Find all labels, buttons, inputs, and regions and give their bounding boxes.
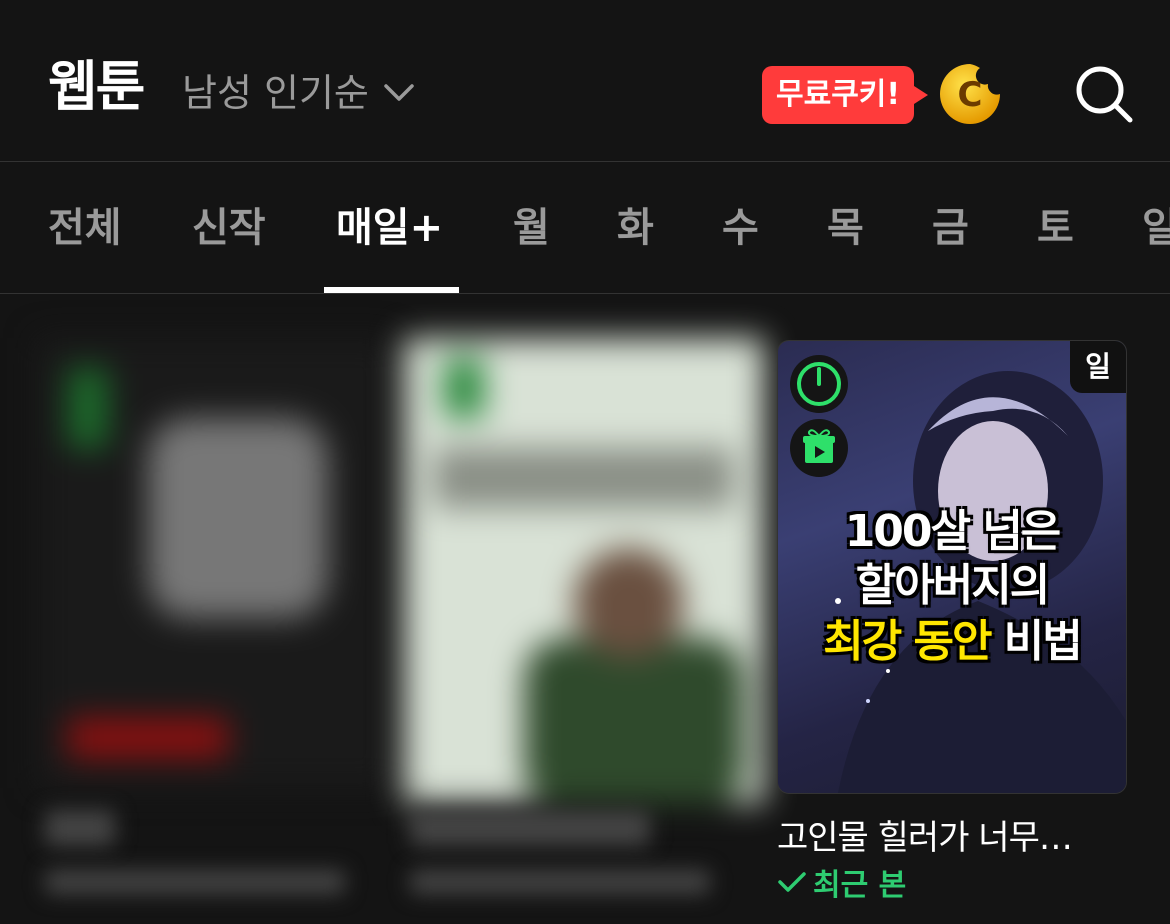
tab-monday[interactable]: 월 — [513, 204, 550, 252]
cover-highlight-text: 최강 동안 — [823, 616, 992, 667]
app-header: 웹툰 남성 인기순 무료쿠키! C — [0, 0, 1170, 162]
tab-friday[interactable]: 금 — [932, 204, 969, 252]
blurred-card-title — [45, 810, 115, 846]
featured-card-title[interactable]: 고인물 힐러가 너무… — [777, 810, 1073, 859]
active-tab-indicator — [324, 287, 459, 293]
tab-sunday[interactable]: 일 — [1142, 204, 1170, 252]
weekday-tabs: 전체 신작 매일+ 월 화 수 목 금 토 일 — [0, 162, 1170, 294]
tab-wednesday[interactable]: 수 — [722, 204, 759, 252]
search-icon[interactable] — [1074, 64, 1134, 124]
cookie-letter: C — [958, 75, 983, 115]
cover-title-rest: 비법 — [990, 616, 1083, 667]
sort-label: 남성 인기순 — [182, 71, 369, 115]
recent-label: 최근 본 — [813, 868, 907, 903]
timer-icon — [790, 355, 848, 413]
tab-saturday[interactable]: 토 — [1037, 204, 1074, 252]
recently-viewed-indicator: 최근 본 — [777, 860, 906, 904]
blurred-card-title — [410, 810, 650, 846]
cover-title-line1: 100살 넘은 — [844, 506, 1062, 557]
cover-title-line3: 최강 동안 비법 — [778, 616, 1126, 667]
tab-tuesday[interactable]: 화 — [617, 204, 654, 252]
blurred-card-thumbnail[interactable] — [38, 338, 393, 788]
blurred-card-meta — [45, 870, 345, 894]
free-cookie-button[interactable]: 무료쿠키! — [762, 66, 929, 124]
gift-video-icon — [790, 419, 848, 477]
featured-card-thumbnail[interactable]: 일 100살 넘은 할아버지의 최강 동안 비법 — [777, 340, 1127, 794]
tab-daily-plus[interactable]: 매일+ — [336, 204, 443, 252]
chevron-down-icon — [384, 84, 414, 101]
blurred-card-thumbnail[interactable] — [404, 338, 764, 803]
tab-thursday[interactable]: 목 — [827, 204, 864, 252]
day-badge: 일 — [1070, 341, 1126, 393]
page-title: 웹툰 — [48, 55, 145, 118]
check-icon — [778, 872, 806, 892]
tab-all[interactable]: 전체 — [48, 204, 122, 252]
blurred-card-meta — [410, 870, 710, 894]
tab-new[interactable]: 신작 — [192, 204, 266, 252]
cookie-coin-icon[interactable]: C — [938, 62, 1002, 126]
sort-dropdown[interactable]: 남성 인기순 — [182, 74, 415, 112]
cover-title-line2: 할아버지의 — [855, 560, 1050, 611]
